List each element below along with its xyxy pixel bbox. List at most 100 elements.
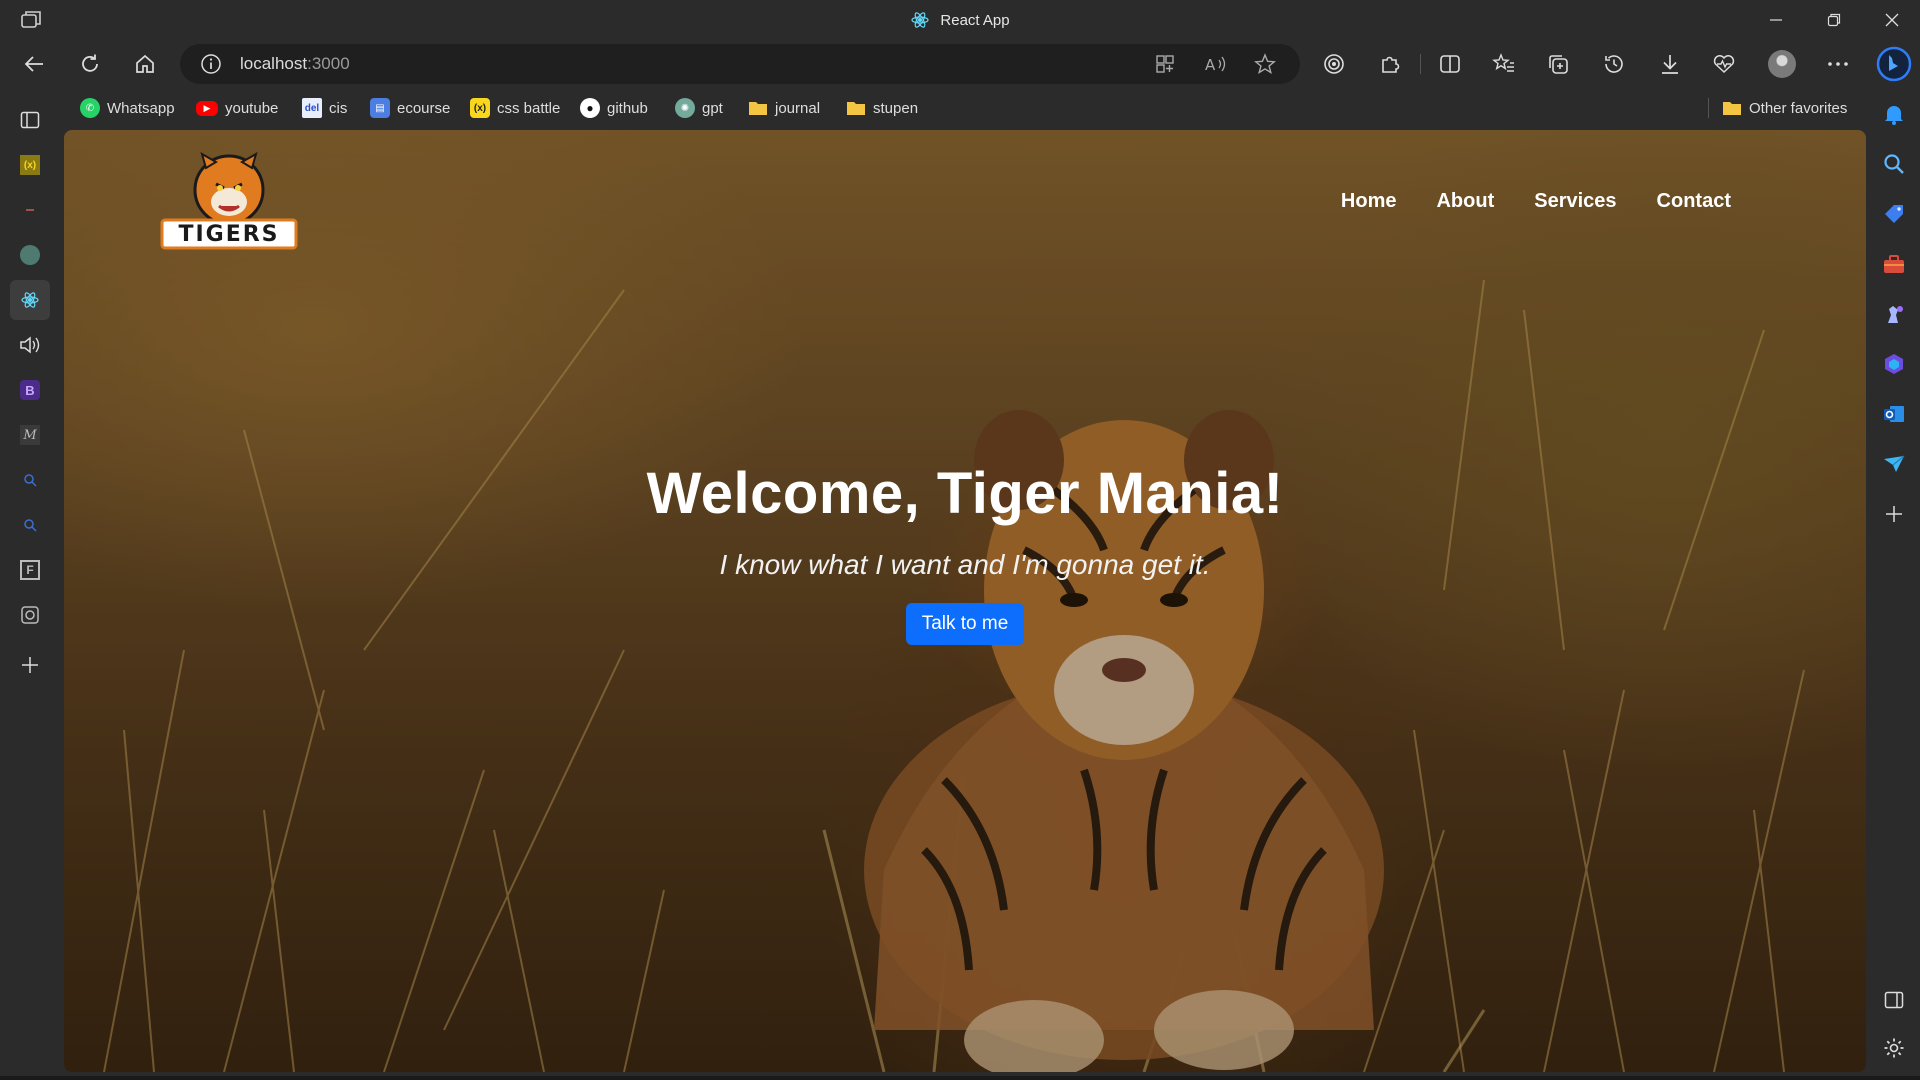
back-button[interactable] — [14, 44, 54, 84]
copilot-button[interactable] — [1874, 44, 1914, 84]
search-tab-icon — [24, 519, 37, 532]
tools-button[interactable] — [1876, 246, 1912, 282]
favorite-cis[interactable]: del cis — [302, 96, 347, 120]
tab-search-2[interactable] — [10, 505, 50, 545]
settings-gear-icon — [1884, 1038, 1904, 1058]
favorite-gpt[interactable]: ✺ gpt — [675, 96, 723, 120]
extensions-button[interactable] — [1372, 48, 1408, 80]
site-info-icon[interactable] — [200, 53, 222, 80]
new-tab-button[interactable] — [10, 645, 50, 685]
tab-react-app[interactable] — [10, 280, 50, 320]
favorite-label: cis — [329, 99, 348, 117]
history-button[interactable] — [1596, 48, 1632, 80]
drop-button[interactable] — [1876, 446, 1912, 482]
favorites-button[interactable] — [1486, 48, 1522, 80]
target-icon — [1324, 54, 1344, 74]
heart-pulse-icon — [1713, 55, 1735, 74]
css-battle-icon: (x) — [470, 98, 490, 118]
tab-search-1[interactable] — [10, 460, 50, 500]
collections-icon — [1549, 55, 1568, 74]
whatsapp-icon: ✆ — [80, 98, 100, 118]
vertical-tab-strip: (x) B M F — [0, 100, 60, 1080]
tab-css-battle[interactable]: (x) — [10, 145, 50, 185]
favorite-label: ecourse — [397, 99, 451, 117]
url-host: localhost — [240, 54, 308, 73]
navigation-bar: localhost:3000 A — [0, 44, 1920, 84]
collections-button[interactable] — [1540, 48, 1576, 80]
other-favorites-folder[interactable]: Other favorites — [1722, 96, 1847, 120]
close-button[interactable] — [1864, 0, 1920, 40]
outlook-button[interactable] — [1876, 396, 1912, 432]
refresh-button[interactable] — [70, 44, 110, 84]
tab-blank[interactable] — [10, 190, 50, 230]
browser-essentials-button[interactable] — [1706, 48, 1742, 80]
react-icon — [911, 12, 929, 28]
hero-tagline: I know what I want and I'm gonna get it. — [719, 549, 1211, 580]
sidebar-search-button[interactable] — [1876, 146, 1912, 182]
read-aloud-icon[interactable]: A — [1202, 52, 1228, 76]
extension-tab-icon — [21, 606, 39, 624]
favorite-github[interactable]: ● github — [580, 96, 648, 120]
tab-f-app[interactable]: F — [10, 550, 50, 590]
split-screen-button[interactable] — [1432, 48, 1468, 80]
talk-to-me-button[interactable]: Talk to me — [905, 603, 1025, 645]
other-favorites-label: Other favorites — [1749, 99, 1848, 117]
home-button[interactable] — [125, 44, 165, 84]
settings-and-more-button[interactable] — [1820, 48, 1856, 80]
react-tab-icon — [21, 292, 39, 308]
hide-sidebar-button[interactable] — [1876, 982, 1912, 1018]
avatar — [1768, 50, 1796, 78]
gpt-tab-icon — [20, 245, 40, 265]
nav-link-about[interactable]: About — [1436, 190, 1494, 213]
tab-audio[interactable] — [10, 325, 50, 365]
nav-link-home[interactable]: Home — [1341, 190, 1397, 213]
favorite-label: youtube — [225, 99, 279, 117]
favorite-folder-stupen[interactable]: stupen — [846, 96, 918, 120]
page-viewport: TIGERS Home About Services Contact Welco… — [64, 130, 1866, 1072]
downloads-button[interactable] — [1652, 48, 1688, 80]
favorite-label: Whatsapp — [107, 99, 175, 117]
favorite-folder-journal[interactable]: journal — [748, 96, 820, 120]
tab-gpt[interactable] — [10, 235, 50, 275]
notifications-button[interactable] — [1876, 96, 1912, 132]
refresh-icon — [82, 54, 98, 72]
games-button[interactable] — [1876, 296, 1912, 332]
nav-link-services[interactable]: Services — [1534, 190, 1616, 213]
app-available-icon[interactable] — [1152, 52, 1178, 76]
shopping-button[interactable] — [1876, 196, 1912, 232]
tab-extension[interactable] — [10, 595, 50, 635]
profile-button[interactable] — [1764, 48, 1800, 80]
customize-sidebar-button[interactable] — [1876, 496, 1912, 532]
title-bar: React App — [0, 0, 1920, 40]
window-bottom-edge — [0, 1076, 1920, 1080]
folder-icon — [749, 102, 767, 115]
ecourse-icon: ▤ — [370, 98, 390, 118]
favorite-css-battle[interactable]: (x) css battle — [470, 96, 560, 120]
microsoft365-icon — [1885, 354, 1903, 374]
url-text[interactable]: localhost:3000 — [240, 54, 350, 74]
search-icon — [1884, 154, 1904, 174]
site-logo[interactable]: TIGERS — [154, 150, 304, 260]
split-screen-icon — [1440, 55, 1460, 73]
tab-medium[interactable]: M — [10, 415, 50, 455]
restore-button[interactable] — [1806, 0, 1862, 40]
search-tab-icon — [24, 474, 37, 487]
sidebar-settings-button[interactable] — [1876, 1030, 1912, 1066]
audio-tab-icon — [20, 336, 40, 354]
tracking-prevention-button[interactable] — [1316, 48, 1352, 80]
microsoft365-button[interactable] — [1876, 346, 1912, 382]
favorite-youtube[interactable]: ▶ youtube — [196, 96, 278, 120]
favorite-whatsapp[interactable]: ✆ Whatsapp — [80, 96, 175, 120]
notification-bell-icon — [1885, 106, 1903, 125]
sidebar-toggle-button[interactable] — [10, 100, 50, 140]
favorite-ecourse[interactable]: ▤ ecourse — [370, 96, 450, 120]
url-port: :3000 — [307, 54, 350, 73]
nav-link-contact[interactable]: Contact — [1657, 190, 1731, 213]
medium-tab-icon: M — [20, 425, 40, 445]
window-title: React App — [0, 0, 1920, 40]
favorite-star-icon[interactable] — [1252, 52, 1278, 76]
address-bar[interactable]: localhost:3000 A — [180, 44, 1300, 84]
del-icon: del — [302, 98, 322, 118]
tab-bootstrap[interactable]: B — [10, 370, 50, 410]
minimize-button[interactable] — [1748, 0, 1804, 40]
